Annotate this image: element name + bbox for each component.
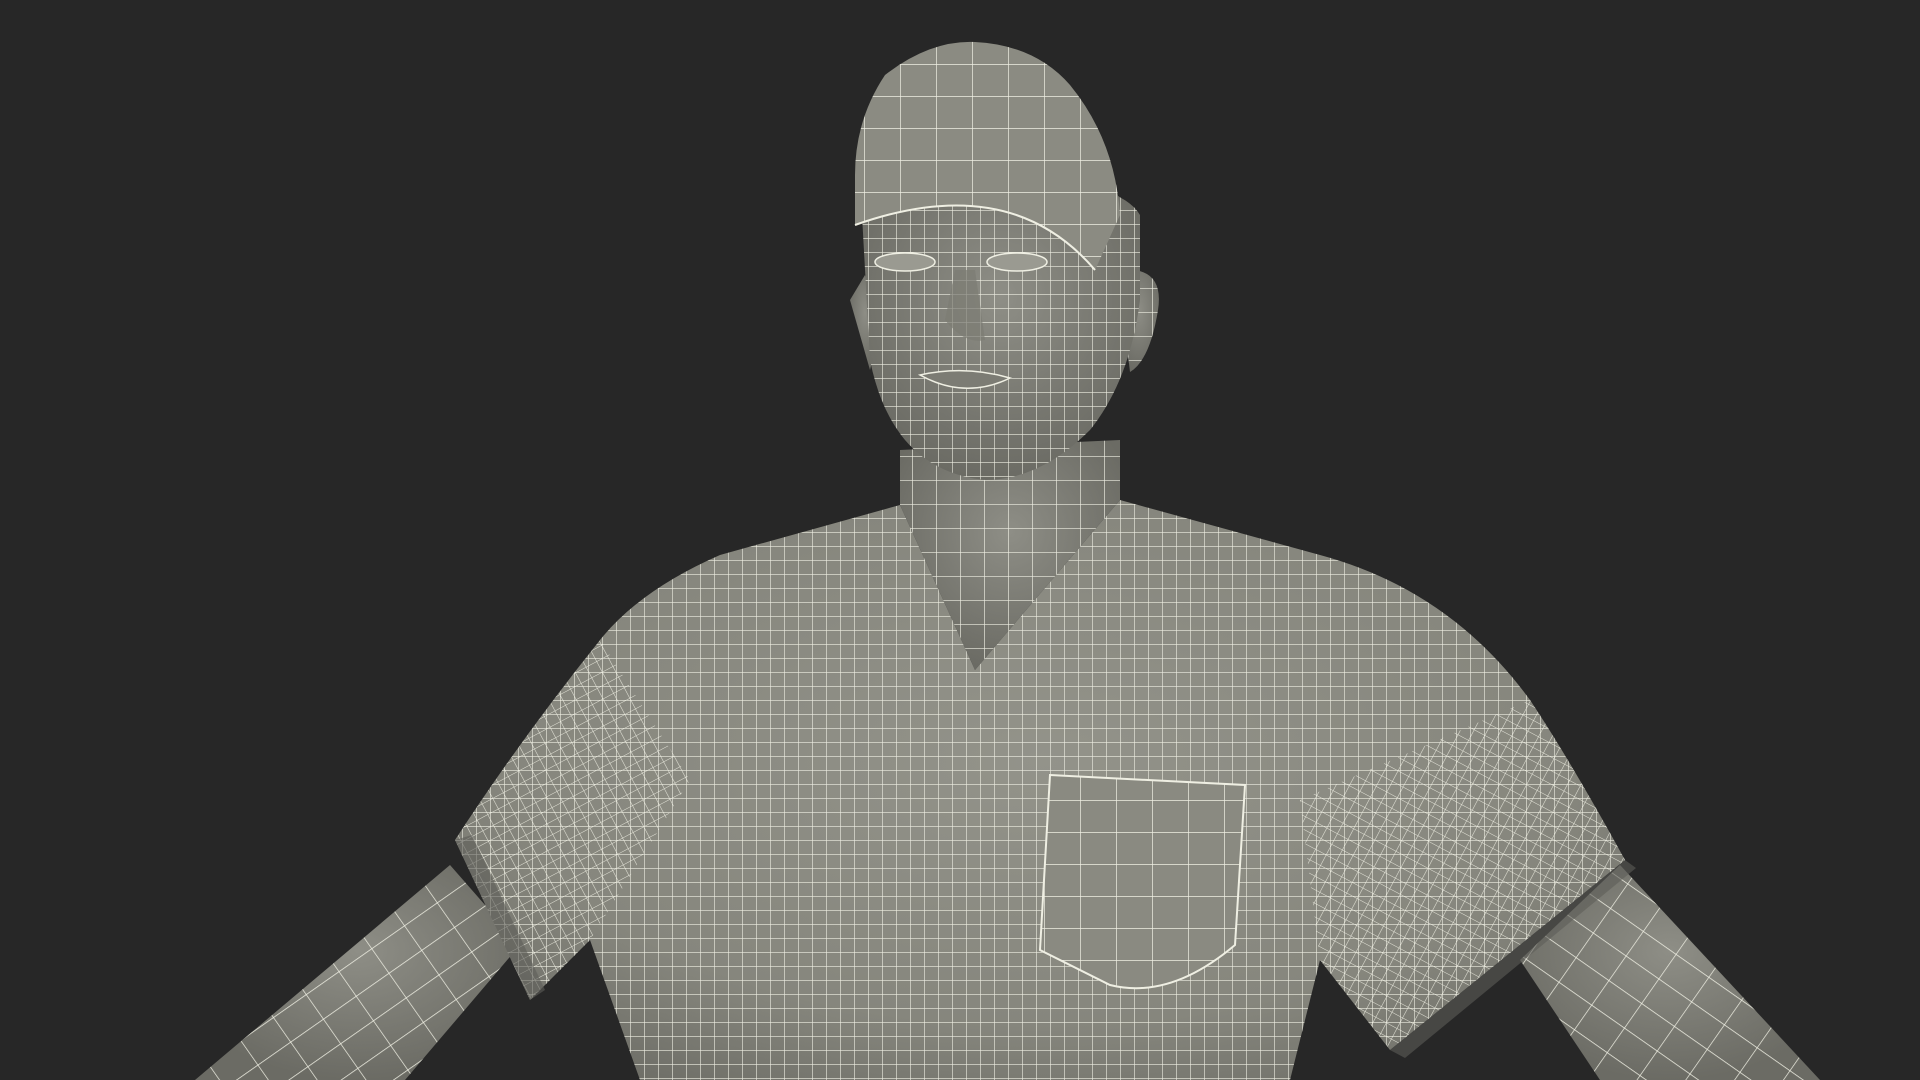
head	[850, 41, 1159, 480]
chest-pocket	[1038, 773, 1247, 990]
render-viewport	[0, 0, 1920, 1080]
wireframe-render	[195, 41, 1820, 1080]
left-arm	[195, 865, 520, 1080]
